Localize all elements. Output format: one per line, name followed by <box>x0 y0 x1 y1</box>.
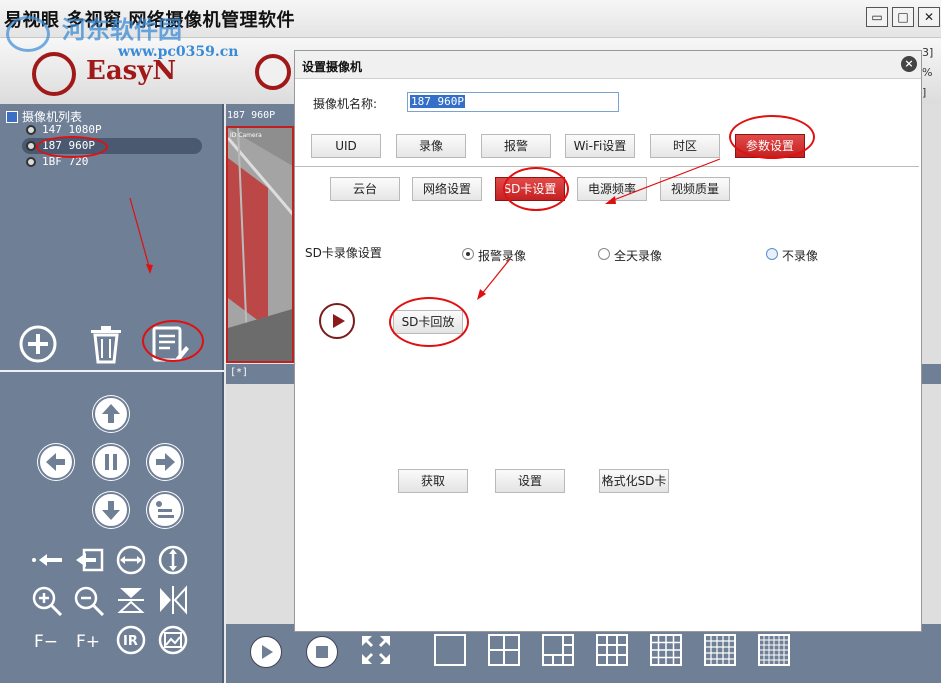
ir-icon[interactable]: IR <box>114 624 148 656</box>
move-left-icon[interactable] <box>30 544 64 576</box>
minimize-button[interactable]: ▭ <box>866 7 888 27</box>
webcam-icon <box>255 54 291 90</box>
edge-text-a: 3] <box>922 46 934 59</box>
bottom-toolbar <box>226 624 941 683</box>
delete-camera-icon[interactable] <box>86 324 126 364</box>
watermark-logo-icon <box>6 16 50 52</box>
layout-25-icon[interactable] <box>704 634 736 666</box>
preset-button[interactable] <box>147 492 183 528</box>
pan-down-button[interactable] <box>93 492 129 528</box>
mirror-horizontal-icon[interactable] <box>156 584 190 616</box>
layout-9-icon[interactable] <box>596 634 628 666</box>
divider <box>0 370 224 372</box>
layout-4-icon[interactable] <box>488 634 520 666</box>
layout-16-icon[interactable] <box>650 634 682 666</box>
focus-plus-icon[interactable]: F+ <box>72 624 106 656</box>
pan-right-button[interactable] <box>147 444 183 480</box>
layout-36-icon[interactable] <box>758 634 790 666</box>
add-camera-icon[interactable] <box>18 324 58 364</box>
fullscreen-icon[interactable] <box>360 634 392 666</box>
stop-icon <box>316 646 328 658</box>
video-overlay-text: ID Camera <box>230 132 262 139</box>
arrow-up-icon <box>102 404 120 423</box>
edge-text-b: % <box>922 66 933 79</box>
arrow-left-icon <box>46 453 65 471</box>
video-camera-label: 187 960P <box>227 110 276 121</box>
flip-vertical-icon[interactable] <box>114 584 148 616</box>
play-all-button[interactable] <box>250 636 282 668</box>
list-icon <box>156 501 174 518</box>
arrow-right-icon <box>156 453 175 471</box>
image-icon[interactable] <box>156 624 190 656</box>
camera-icon <box>26 157 36 167</box>
sidebar: 摄像机列表 147 1080P 187 960P 1BF 720 F− F+ I… <box>0 104 224 683</box>
exit-left-icon[interactable] <box>72 544 106 576</box>
edge-text-c: ] <box>922 86 927 99</box>
svg-text:IR: IR <box>123 634 138 649</box>
play-icon <box>262 645 273 659</box>
camera-icon <box>26 141 36 151</box>
zoom-out-icon[interactable] <box>72 584 106 616</box>
pan-up-button[interactable] <box>93 396 129 432</box>
pause-button[interactable] <box>93 444 129 480</box>
right-status-strip <box>922 364 941 384</box>
maximize-button[interactable]: □ <box>892 7 914 27</box>
arrow-down-icon <box>102 501 120 520</box>
watermark-text: 河东软件园 <box>62 15 182 44</box>
brand-logo-text: EasyN <box>86 56 177 86</box>
focus-minus-icon[interactable]: F− <box>30 624 64 656</box>
pan-left-button[interactable] <box>38 444 74 480</box>
layout-1-icon[interactable] <box>434 634 466 666</box>
annotation-arrows <box>477 158 721 300</box>
stop-all-button[interactable] <box>306 636 338 668</box>
camera-item[interactable]: 1BF 720 <box>22 154 202 170</box>
annotation-arrow <box>129 197 153 274</box>
close-button[interactable]: ✕ <box>918 7 940 27</box>
video-status-strip: [*] <box>226 364 294 384</box>
tree-root-icon <box>6 111 18 123</box>
annotation-ellipse <box>142 320 204 362</box>
vertical-patrol-icon[interactable] <box>156 544 190 576</box>
video-feed-image: ID Camera <box>228 128 292 361</box>
video-view[interactable]: ID Camera <box>226 126 294 363</box>
annotation-ellipse <box>36 136 108 158</box>
set-button[interactable]: 设置 <box>495 469 565 493</box>
camera-settings-dialog: 设置摄像机 × 摄像机名称: 187 960P UID 录像 报警 Wi-Fi设… <box>294 50 922 632</box>
zoom-in-icon[interactable] <box>30 584 64 616</box>
camera-item[interactable]: 147 1080P <box>22 122 202 138</box>
horizontal-patrol-icon[interactable] <box>114 544 148 576</box>
easyn-logo-icon <box>32 52 76 96</box>
svg-text:F−: F− <box>34 632 58 652</box>
layout-6-icon[interactable] <box>542 634 574 666</box>
video-empty-pane[interactable] <box>226 384 294 624</box>
camera-icon <box>26 125 36 135</box>
format-sd-button[interactable]: 格式化SD卡 <box>599 469 669 493</box>
watermark-url: www.pc0359.cn <box>118 44 239 60</box>
get-button[interactable]: 获取 <box>398 469 468 493</box>
pause-icon <box>105 454 117 470</box>
svg-text:F+: F+ <box>76 632 100 652</box>
